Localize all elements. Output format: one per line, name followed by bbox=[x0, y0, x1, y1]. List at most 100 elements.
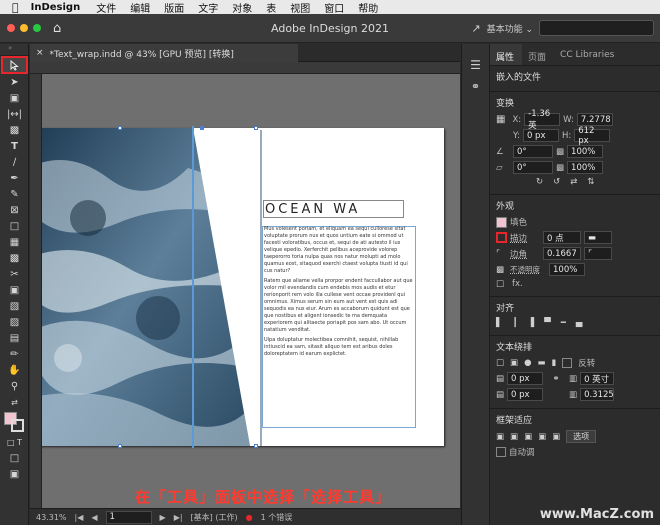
width-field[interactable]: 7.2778 bbox=[576, 113, 613, 126]
selection-handle[interactable] bbox=[200, 126, 204, 130]
minimize-window-button[interactable] bbox=[20, 24, 28, 32]
wrap-object-shape-icon[interactable]: ● bbox=[524, 358, 531, 368]
rectangle-frame-tool-icon[interactable]: ⊠ bbox=[1, 202, 28, 218]
align-top-icon[interactable]: ▀ bbox=[544, 318, 551, 328]
wrap-bounding-box-icon[interactable]: ▣ bbox=[510, 358, 518, 368]
links-icon[interactable]: ⚭ bbox=[462, 80, 489, 93]
fill-frame-proportional-icon[interactable]: ▣ bbox=[524, 432, 532, 442]
workspace-switcher[interactable]: 基本功能 ⌄ bbox=[487, 22, 533, 35]
align-bottom-icon[interactable]: ▄ bbox=[576, 318, 583, 328]
wrap-bottom-field[interactable]: 0.3125 bbox=[580, 388, 615, 401]
search-input[interactable] bbox=[539, 20, 654, 36]
fit-frame-content-icon[interactable]: ▣ bbox=[538, 432, 546, 442]
document-tab[interactable]: × *Text_wrap.indd @ 43% [GPU 预览] [转换] bbox=[30, 44, 298, 62]
tab-cc-libraries[interactable]: CC Libraries bbox=[554, 44, 622, 65]
rotate-cw-icon[interactable]: ↻ bbox=[536, 177, 543, 187]
close-tab-icon[interactable]: × bbox=[36, 48, 44, 58]
page-number-field[interactable]: 1 bbox=[105, 510, 152, 524]
x-field[interactable]: -1.36 英 bbox=[524, 109, 561, 131]
menu-window[interactable]: 窗口 bbox=[324, 0, 344, 15]
layers-icon[interactable]: ☰ bbox=[462, 58, 489, 72]
wrap-top-field[interactable]: 0 px bbox=[507, 372, 544, 385]
align-left-icon[interactable]: ▌ bbox=[496, 318, 503, 328]
type-tool-icon[interactable]: T bbox=[1, 138, 28, 154]
menu-file[interactable]: 文件 bbox=[96, 0, 116, 15]
menu-edit[interactable]: 编辑 bbox=[130, 0, 150, 15]
tab-properties[interactable]: 属性 bbox=[490, 44, 523, 65]
tools-collapse-icon[interactable]: » bbox=[0, 44, 28, 56]
invert-checkbox[interactable] bbox=[562, 358, 573, 368]
home-icon[interactable]: ⌂ bbox=[53, 21, 61, 36]
line-tool-icon[interactable]: ∕ bbox=[1, 154, 28, 170]
fitting-options-button[interactable]: 选项 bbox=[566, 430, 597, 443]
fill-swatch-icon[interactable] bbox=[496, 216, 507, 228]
stroke-swatch[interactable] bbox=[11, 419, 24, 432]
content-collector-icon[interactable]: ▩ bbox=[1, 122, 28, 138]
vertical-ruler[interactable] bbox=[30, 74, 42, 508]
stroke-swatch-icon[interactable] bbox=[496, 232, 507, 243]
gradient-swatch-tool-icon[interactable]: ▧ bbox=[1, 298, 28, 314]
prev-page-icon[interactable]: ◀ bbox=[91, 513, 97, 522]
master-indicator[interactable]: [基本] (工作) bbox=[191, 512, 238, 523]
rotate-field[interactable]: 0° bbox=[513, 145, 553, 158]
fit-content-proportional-icon[interactable]: ▣ bbox=[510, 432, 518, 442]
gradient-feather-tool-icon[interactable]: ▨ bbox=[1, 314, 28, 330]
align-middle-icon[interactable]: ━ bbox=[561, 318, 566, 328]
height-field[interactable]: 612 px bbox=[574, 126, 611, 146]
preflight-errors[interactable]: 1 个错误 bbox=[261, 512, 293, 523]
align-right-icon[interactable]: ▐ bbox=[528, 318, 535, 328]
next-page-icon[interactable]: ▶ bbox=[160, 513, 166, 522]
selection-handle[interactable] bbox=[118, 126, 122, 130]
align-center-icon[interactable]: ┃ bbox=[513, 318, 518, 328]
last-page-icon[interactable]: ▶| bbox=[174, 513, 183, 522]
pasteboard[interactable]: OCEAN WA Mus volesent poriam, et eliquam… bbox=[42, 74, 460, 508]
zoom-window-button[interactable] bbox=[33, 24, 41, 32]
effects-button[interactable]: fx. bbox=[512, 279, 523, 289]
swap-fill-stroke-icon[interactable]: ⇄ bbox=[1, 394, 28, 410]
stroke-type-select[interactable]: ▬ bbox=[584, 231, 612, 244]
gap-tool-icon[interactable]: |↔| bbox=[1, 106, 28, 122]
tab-pages[interactable]: 页面 bbox=[522, 44, 554, 65]
selection-handle[interactable] bbox=[254, 126, 258, 130]
screen-mode-icon[interactable]: ▣ bbox=[1, 466, 28, 482]
share-icon[interactable]: ↗ bbox=[471, 22, 480, 35]
table-tool-icon[interactable]: ▦ bbox=[1, 234, 28, 250]
selection-handle[interactable] bbox=[254, 444, 258, 448]
flip-vertical-icon[interactable]: ⇅ bbox=[587, 177, 594, 187]
note-tool-icon[interactable]: ▤ bbox=[1, 330, 28, 346]
zoom-tool-icon[interactable]: ⚲ bbox=[1, 378, 28, 394]
fit-content-frame-icon[interactable]: ▣ bbox=[496, 432, 504, 442]
menu-table[interactable]: 表 bbox=[266, 0, 276, 15]
ocean-image[interactable] bbox=[42, 128, 250, 446]
corner-shape-select[interactable]: ⌜ bbox=[584, 247, 612, 260]
no-wrap-icon[interactable]: □ bbox=[496, 358, 504, 368]
apply-color-icon[interactable]: □ bbox=[1, 450, 28, 466]
grid-tool-icon[interactable]: ▩ bbox=[1, 250, 28, 266]
scale-x-field[interactable]: 100% bbox=[567, 145, 604, 158]
menu-view[interactable]: 视图 bbox=[290, 0, 310, 15]
first-page-icon[interactable]: |◀ bbox=[75, 513, 84, 522]
jump-next-column-icon[interactable]: ▮ bbox=[552, 358, 557, 368]
frame-icon[interactable]: □ bbox=[496, 279, 504, 289]
scale-y-field[interactable]: 100% bbox=[567, 161, 604, 174]
horizontal-ruler[interactable] bbox=[30, 62, 460, 74]
free-transform-tool-icon[interactable]: ▣ bbox=[1, 282, 28, 298]
wrap-left-field[interactable]: 0 px bbox=[507, 388, 544, 401]
selection-handle[interactable] bbox=[118, 444, 122, 448]
menu-type[interactable]: 文字 bbox=[198, 0, 218, 15]
fill-stroke-swatches[interactable] bbox=[0, 410, 28, 434]
close-window-button[interactable] bbox=[7, 24, 15, 32]
auto-fit-checkbox[interactable] bbox=[496, 447, 506, 457]
direct-selection-tool-icon[interactable]: ➤ bbox=[1, 74, 28, 90]
shear-field[interactable]: 0° bbox=[513, 161, 553, 174]
wrap-right-field[interactable]: 0 英寸 bbox=[580, 372, 615, 385]
menu-layout[interactable]: 版面 bbox=[164, 0, 184, 15]
link-offsets-icon[interactable]: ⚭ bbox=[546, 374, 566, 384]
opacity-field[interactable]: 100% bbox=[549, 263, 585, 276]
rectangle-tool-icon[interactable]: □ bbox=[1, 218, 28, 234]
scissors-tool-icon[interactable]: ✂ bbox=[1, 266, 28, 282]
center-content-icon[interactable]: ▣ bbox=[552, 432, 560, 442]
selection-tool-icon[interactable] bbox=[1, 56, 28, 74]
corner-size-field[interactable]: 0.1667 bbox=[543, 247, 581, 260]
jump-object-icon[interactable]: ▬ bbox=[537, 358, 545, 368]
